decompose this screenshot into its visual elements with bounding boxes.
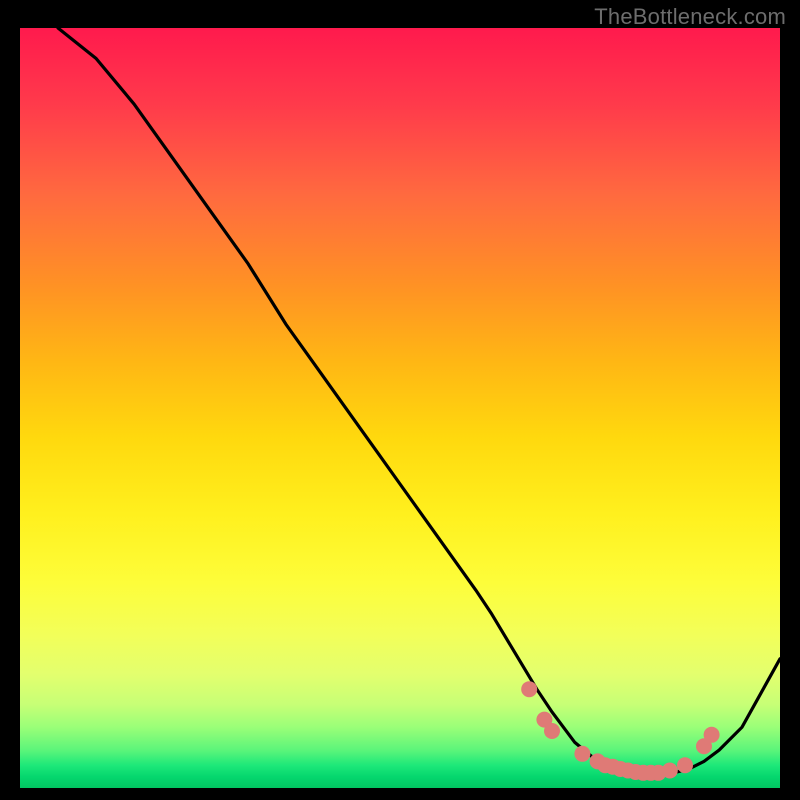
highlight-dot: [521, 681, 537, 697]
chart-frame: TheBottleneck.com: [0, 0, 800, 800]
plot-area: [20, 28, 780, 788]
highlight-dot: [574, 746, 590, 762]
attribution-text: TheBottleneck.com: [594, 4, 786, 30]
highlight-dot: [704, 727, 720, 743]
highlight-dot: [662, 763, 678, 779]
bottleneck-curve: [58, 28, 780, 774]
highlight-dot: [677, 757, 693, 773]
highlight-dot: [544, 723, 560, 739]
curve-layer: [20, 28, 780, 788]
highlight-dots: [521, 681, 719, 781]
